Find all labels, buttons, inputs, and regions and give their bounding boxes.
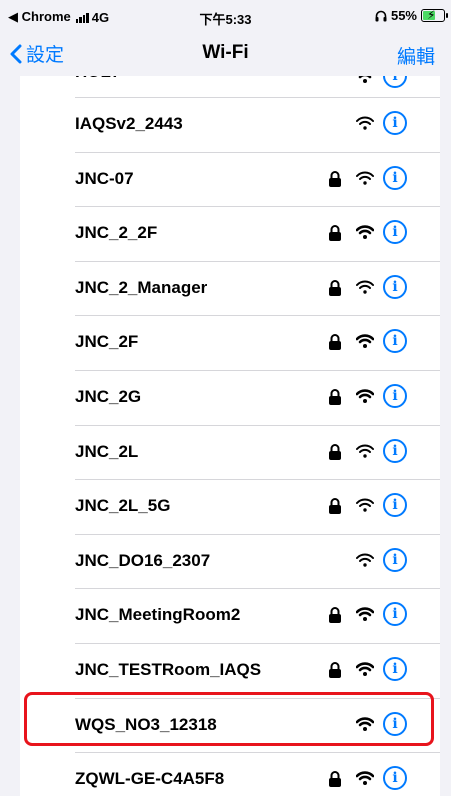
info-icon[interactable]: i	[383, 656, 407, 681]
wifi-network-row[interactable]: WQS_NO3_12318 i	[20, 699, 440, 754]
wifi-signal-icon	[356, 444, 374, 458]
network-status-icons: i	[328, 329, 418, 357]
wifi-signal-icon	[355, 662, 375, 676]
lock-icon	[328, 333, 342, 351]
network-status-icons: i	[328, 111, 418, 139]
network-name: JNC_2F	[75, 332, 139, 352]
network-status-icons: i	[328, 656, 418, 685]
wifi-signal-icon	[355, 225, 375, 240]
lock-icon	[328, 170, 342, 188]
network-name: JNC_TESTRoom_IAQS	[75, 659, 262, 679]
network-status-icons: i	[328, 383, 418, 412]
info-icon[interactable]: i	[383, 383, 407, 408]
lock-icon	[328, 388, 342, 406]
network-status-icons: i	[328, 165, 418, 194]
network-status-icons: i	[328, 547, 418, 576]
battery-charging-icon: ⚡	[421, 8, 448, 22]
network-name: JNC_2_Manager	[75, 277, 208, 297]
wifi-signal-icon	[356, 498, 374, 512]
page-title: Wi-Fi	[202, 42, 249, 63]
wifi-signal-icon	[356, 553, 374, 567]
edit-button[interactable]: 編輯	[397, 42, 435, 69]
lock-icon	[328, 770, 342, 788]
wifi-signal-icon	[356, 171, 374, 185]
info-icon[interactable]: i	[383, 76, 407, 88]
network-status-icons: i	[328, 438, 418, 467]
wifi-signal-icon	[355, 716, 375, 731]
info-icon[interactable]: i	[383, 220, 407, 245]
status-bar: ◀ Chrome 4G 下午5:33 55% ⚡	[0, 0, 451, 32]
wifi-network-row[interactable]: JNC_2F i	[20, 316, 440, 371]
network-name: JNC_2_2F	[75, 223, 158, 243]
lock-icon	[328, 606, 342, 624]
network-name: JNC_2L	[75, 441, 139, 461]
info-icon[interactable]: i	[383, 438, 407, 463]
lock-icon	[328, 279, 342, 297]
wifi-network-row[interactable]: JNC_TESTRoom_IAQS i	[20, 644, 440, 699]
wifi-signal-icon	[355, 771, 375, 786]
wifi-signal-icon	[355, 334, 375, 349]
info-icon[interactable]: i	[383, 329, 407, 354]
wifi-network-row[interactable]: JNC_2L_5G i	[20, 480, 440, 535]
network-name: JNC_MeetingRoom2	[75, 605, 241, 625]
info-icon[interactable]: i	[383, 274, 407, 299]
lock-icon	[328, 443, 342, 461]
wifi-network-row[interactable]: JNC_MeetingRoom2 i	[20, 589, 440, 644]
wifi-network-row[interactable]: JNC_DO16_2307 i	[20, 535, 440, 590]
info-icon[interactable]: i	[383, 766, 407, 791]
battery-percent: 55%	[390, 8, 417, 23]
network-status-icons: i	[328, 766, 418, 794]
wifi-signal-icon	[355, 607, 375, 622]
network-name: HOLT	[75, 76, 120, 82]
wifi-signal-icon	[356, 116, 374, 130]
wifi-signal-icon	[356, 280, 374, 294]
wifi-network-row[interactable]: JNC_2_Manager i	[20, 262, 440, 317]
network-name: JNC_DO16_2307	[75, 550, 211, 570]
info-icon[interactable]: i	[383, 711, 407, 736]
wifi-signal-icon	[356, 76, 374, 83]
lock-icon	[328, 224, 342, 242]
wifi-network-row[interactable]: IAQSv2_2443 i	[20, 98, 440, 153]
wifi-network-list: HOLTiIAQSv2_2443iJNC-07iJNC_2_2FiJNC_2_M…	[20, 76, 440, 796]
network-status-icons: i	[328, 711, 418, 740]
network-name: JNC_2L_5G	[75, 496, 171, 516]
network-status-icons: i	[328, 602, 418, 630]
network-name: IAQSv2_2443	[75, 114, 183, 133]
network-name: WQS_NO3_12318	[75, 714, 217, 734]
wifi-network-row[interactable]: ZQWL-GE-C4A5F8 i	[20, 753, 440, 796]
status-right: 55% ⚡	[375, 8, 448, 23]
info-icon[interactable]: i	[383, 547, 407, 572]
network-status-icons: i	[328, 76, 418, 92]
wifi-network-row[interactable]: JNC_2G i	[20, 371, 440, 426]
info-icon[interactable]: i	[383, 602, 407, 627]
wifi-network-row[interactable]: JNC_2L i	[20, 426, 440, 481]
network-name: JNC_2G	[75, 386, 142, 406]
wifi-signal-icon	[355, 389, 375, 403]
navigation-bar: 設定 Wi-Fi 編輯	[0, 32, 451, 76]
network-name: JNC-07	[75, 168, 134, 188]
lock-icon	[328, 497, 342, 515]
wifi-network-row[interactable]: JNC_2_2F i	[20, 207, 440, 262]
wifi-network-row[interactable]: HOLT i	[20, 76, 440, 98]
network-status-icons: i	[328, 220, 418, 248]
network-name: ZQWL-GE-C4A5F8	[75, 769, 225, 789]
headphones-icon	[375, 10, 387, 21]
info-icon[interactable]: i	[383, 111, 407, 135]
info-icon[interactable]: i	[383, 165, 407, 190]
lock-icon	[328, 661, 342, 679]
wifi-network-row[interactable]: JNC-07 i	[20, 153, 440, 208]
info-icon[interactable]: i	[383, 493, 407, 518]
network-status-icons: i	[328, 274, 418, 303]
network-status-icons: i	[328, 493, 418, 521]
